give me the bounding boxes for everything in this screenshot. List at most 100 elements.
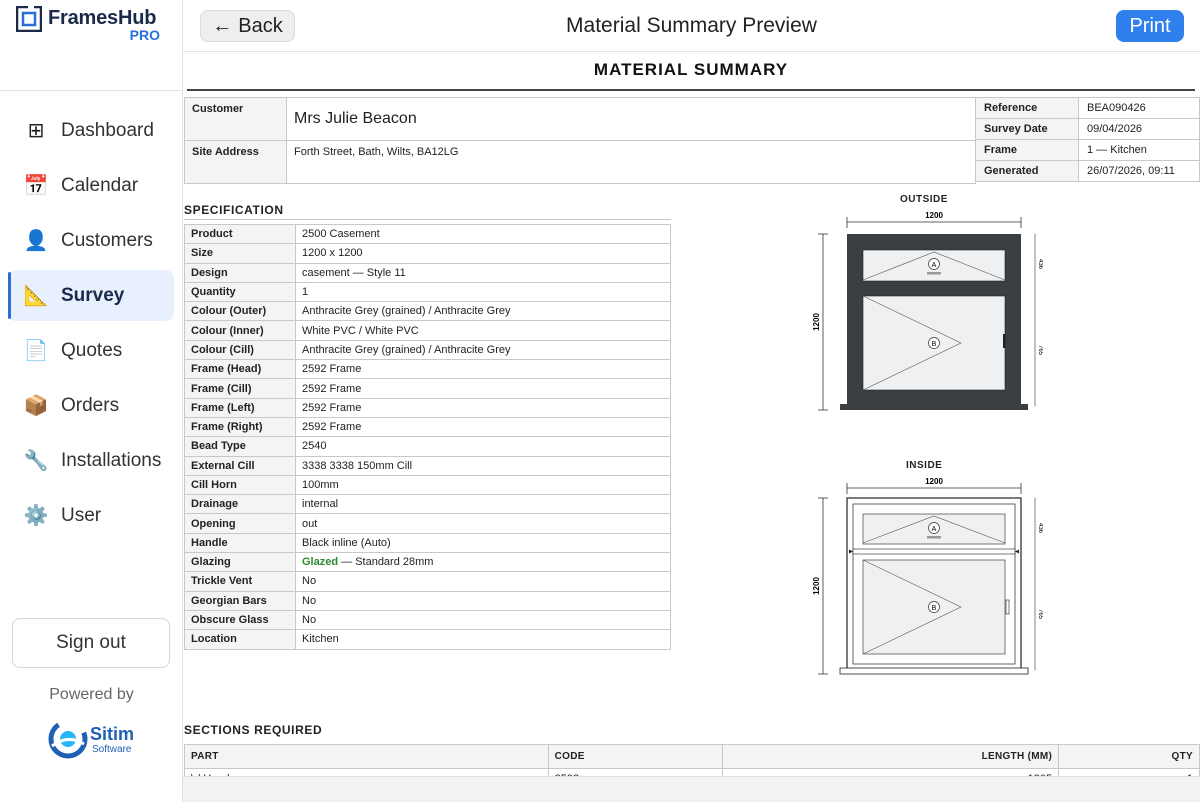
outside-sash-a-label: A [932,262,937,269]
outside-window-drawing: 1200 1200 A B 436 765 [813,211,1043,411]
part-cell: \ / Head [184,768,549,776]
powered-by-label: Powered by [49,686,134,703]
sidebar-item-calendar[interactable]: 📅 Calendar [8,160,174,211]
specification-heading: SPECIFICATION [184,203,284,217]
vendor-name: Sitim [90,724,135,744]
document-icon: 📄 [23,340,49,362]
sidebar-item-label: Orders [61,394,120,416]
spec-value: No [295,609,671,631]
spec-label: Location [184,629,296,650]
sections-header-row: PART CODE LENGTH (MM) QTY [184,744,1200,769]
document-title: MATERIAL SUMMARY [593,60,789,79]
sidebar-item-orders[interactable]: 📦 Orders [8,380,174,431]
meta-value: BEA090426 [1078,97,1200,119]
inside-window-drawing: 1200 1200 A B 436 765 [813,477,1043,675]
spec-row: Glazing Glazed — Standard 28mm [184,552,671,573]
column-header: QTY [1058,744,1200,769]
glazing-status: Glazed [302,556,339,569]
sitim-logo-icon [48,719,88,759]
specification-divider [184,219,671,220]
spec-value: Kitchen [295,629,671,650]
spec-label: Colour (Cill) [184,339,296,361]
set-square-icon: 📐 [23,285,49,307]
spec-row: Cill Horn 100mm [184,474,671,496]
spec-value: 2592 Frame [295,378,671,399]
column-header: CODE [547,744,724,769]
spec-label: Cill Horn [184,474,296,496]
sidebar-item-quotes[interactable]: 📄 Quotes [8,325,174,376]
spec-row: Obscure Glass No [184,609,671,631]
spec-row: Trickle Vent No [184,571,671,592]
spec-row: Drainage internal [184,494,671,515]
spec-value: Black inline (Auto) [295,532,671,554]
sections-required-heading: SECTIONS REQUIRED [184,723,323,737]
inside-bottom-pane-dimension: 765 [1037,609,1043,620]
sidebar-item-label: Survey [61,284,125,306]
outside-cill [840,404,1028,410]
title-divider [187,89,1195,91]
sidebar-item-survey[interactable]: 📐 Survey [8,270,174,321]
calendar-icon: 📅 [23,175,49,197]
brand-divider [0,90,183,91]
wrench-icon: 🔧 [23,450,49,472]
outside-bottom-pane-dimension: 765 [1037,345,1043,356]
meta-row: Generated 26/07/2026, 09:11 [975,160,1200,182]
meta-label: Reference [975,97,1079,119]
spec-value: 2540 [295,436,671,457]
spec-label: Colour (Inner) [184,320,296,341]
sidebar-item-dashboard[interactable]: ⊞ Dashboard [8,105,174,156]
sidebar-item-label: Calendar [61,174,139,196]
spec-row: Frame (Left) 2592 Frame [184,397,671,418]
sidebar-item-installations[interactable]: 🔧 Installations [8,435,174,486]
specification-table: Product 2500 Casement Size 1200 x 1200 Desig… [184,223,671,650]
sidebar-item-customers[interactable]: 👤 Customers [8,215,174,266]
sidebar-item-user[interactable]: ⚙️ User [8,490,174,541]
inside-width-text: 1200 [925,477,943,486]
column-header: PART [184,744,549,769]
spec-label: Quantity [184,281,296,303]
spec-row: Size 1200 x 1200 [184,243,671,264]
spec-value: White PVC / White PVC [295,320,671,341]
spec-value: Anthracite Grey (grained) / Anthracite G… [295,339,671,361]
spec-row: Design casement — Style 11 [184,262,671,283]
spec-label: Drainage [184,494,296,515]
spec-value: 2592 Frame [295,359,671,380]
meta-row: Survey Date 09/04/2026 [975,118,1200,140]
customer-info-table: Customer Mrs Julie Beacon Site Address F… [184,97,976,184]
sign-out-button[interactable]: Sign out [12,618,170,668]
sidebar-item-label: Customers [61,229,153,251]
spec-value: internal [295,494,671,515]
dashboard-grid-icon: ⊞ [27,120,45,142]
outside-width-dimension: 1200 [846,211,1022,228]
spec-value: 2500 Casement [295,223,671,245]
vendor-logo: Sitim Software [48,718,148,760]
spec-row: Location Kitchen [184,629,671,650]
page-title: Material Summary Preview [566,14,817,37]
brand-tier: PRO [129,27,160,43]
sidebar-item-label: Quotes [61,339,123,361]
spec-value: 1 [295,281,671,303]
spec-row: Frame (Right) 2592 Frame [184,416,671,438]
spec-value: Glazed — Standard 28mm [295,552,671,573]
inside-sash-b-label: B [932,605,937,612]
spec-label: Frame (Cill) [184,378,296,399]
spec-value: 100mm [295,474,671,496]
spec-label: Frame (Right) [184,416,296,438]
spec-label: Size [184,243,296,264]
site-address-value: Forth Street, Bath, Wilts, BA12LG [286,140,976,184]
spec-label: Obscure Glass [184,609,296,631]
meta-row: Reference BEA090426 [975,97,1200,119]
back-button[interactable]: ← Back [200,10,295,42]
spec-value: No [295,571,671,592]
bottom-bar [183,776,1200,802]
spec-label: Handle [184,532,296,554]
spec-label: External Cill [184,455,296,476]
table-row: \ / Head259212051 [184,768,1200,776]
inside-view-label: INSIDE [906,460,943,471]
meta-value: 1 — Kitchen [1078,139,1200,161]
inside-cill [839,667,1029,675]
print-button[interactable]: Print [1116,10,1184,42]
spec-row: Quantity 1 [184,281,671,303]
sidebar-item-label: Installations [61,449,162,471]
length-cell: 1205 [722,768,1060,776]
